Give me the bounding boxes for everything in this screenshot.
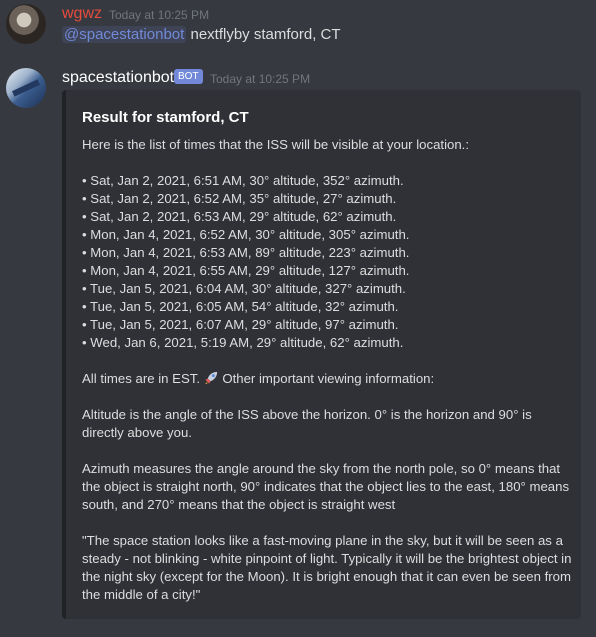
timezone-note: All times are in EST. Other important vi… xyxy=(82,371,435,386)
mention-link[interactable]: @spacestationbot xyxy=(62,26,187,43)
bot-badge: BOT xyxy=(174,69,203,84)
pass-item: • Tue, Jan 5, 2021, 6:05 AM, 54° altitud… xyxy=(82,299,399,314)
altitude-info: Altitude is the angle of the ISS above t… xyxy=(82,407,532,440)
pass-item: • Wed, Jan 6, 2021, 5:19 AM, 29° altitud… xyxy=(82,335,404,350)
pass-item: • Tue, Jan 5, 2021, 6:07 AM, 29° altitud… xyxy=(82,317,399,332)
author-name-bot[interactable]: spacestationbot xyxy=(62,69,174,87)
avatar-spacestationbot[interactable] xyxy=(6,68,46,108)
message-timestamp: Today at 10:25 PM xyxy=(109,8,210,22)
pass-item: • Mon, Jan 4, 2021, 6:52 AM, 30° altitud… xyxy=(82,227,410,242)
message-text: nextflyby stamford, CT xyxy=(186,26,341,43)
embed-card: Result for stamford, CT Here is the list… xyxy=(62,90,581,619)
avatar-wgwz[interactable] xyxy=(6,4,46,44)
pass-item: • Mon, Jan 4, 2021, 6:55 AM, 29° altitud… xyxy=(82,263,410,278)
pass-item: • Mon, Jan 4, 2021, 6:53 AM, 89° altitud… xyxy=(82,245,410,260)
pass-item: • Sat, Jan 2, 2021, 6:52 AM, 35° altitud… xyxy=(82,191,397,206)
message-timestamp-bot: Today at 10:25 PM xyxy=(210,72,311,86)
intro-text: Here is the list of times that the ISS w… xyxy=(82,137,470,152)
pass-item: • Tue, Jan 5, 2021, 6:04 AM, 30° altitud… xyxy=(82,281,406,296)
author-name[interactable]: wgwz xyxy=(62,5,102,23)
pass-item: • Sat, Jan 2, 2021, 6:53 AM, 29° altitud… xyxy=(82,209,397,224)
quote-text: "The space station looks like a fast-mov… xyxy=(82,533,572,602)
message-content: @spacestationbot nextflyby stamford, CT xyxy=(62,26,341,43)
rocket-icon xyxy=(204,371,217,385)
azimuth-info: Azimuth measures the angle around the sk… xyxy=(82,461,570,512)
pass-item: • Sat, Jan 2, 2021, 6:51 AM, 30° altitud… xyxy=(82,173,404,188)
embed-title: Result for stamford, CT xyxy=(82,109,249,126)
embed-description: Here is the list of times that the ISS w… xyxy=(82,136,577,604)
